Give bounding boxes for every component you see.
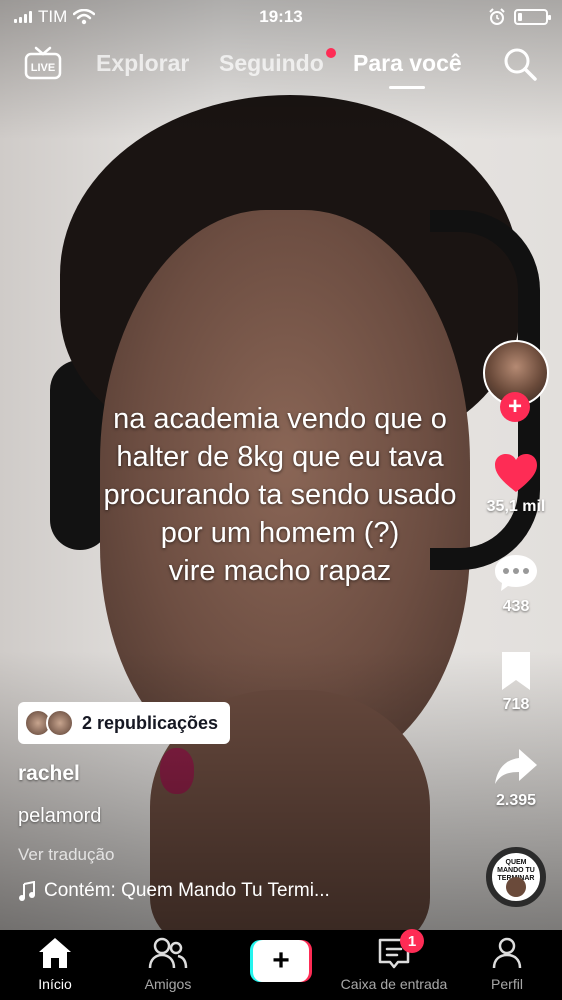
post-description: pelamord — [18, 805, 102, 827]
translate-link[interactable]: Ver tradução — [18, 845, 114, 865]
republisher-avatar — [46, 709, 74, 737]
status-bar: TIM 19:13 — [0, 0, 562, 34]
video-caption: na academia vendo que o halter de 8kg qu… — [60, 400, 500, 590]
republications-label: 2 republicações — [82, 712, 219, 733]
comment-count: 438 — [502, 598, 530, 615]
share-button[interactable]: 2.395 — [476, 746, 556, 810]
nav-inbox[interactable]: Caixa de entrada — [338, 930, 450, 1000]
share-arrow-icon — [495, 749, 537, 784]
nav-home-label: Início — [38, 976, 72, 992]
bookmark-icon — [502, 652, 530, 690]
nav-friends[interactable]: Amigos — [113, 930, 223, 1000]
save-button[interactable]: 718 — [476, 650, 556, 714]
follow-button[interactable]: + — [500, 392, 530, 422]
battery-icon — [514, 9, 551, 25]
signal-icon — [14, 11, 32, 23]
caption-line: halter de 8kg que eu tava — [116, 441, 444, 473]
caption-line: vire macho rapaz — [168, 555, 392, 587]
create-button[interactable]: + — [250, 940, 312, 982]
nav-home[interactable]: Início — [0, 930, 110, 1000]
alarm-icon — [489, 8, 505, 25]
share-count: 2.395 — [495, 792, 537, 809]
music-disc-art — [506, 877, 526, 897]
caption-line: por um homem (?) — [160, 517, 400, 549]
comment-icon — [495, 555, 537, 591]
profile-icon — [492, 937, 522, 969]
like-button[interactable]: 35,1 mil — [476, 452, 556, 516]
republications-chip[interactable]: 2 republicações — [18, 702, 231, 744]
music-disc[interactable]: QUEM MANDO TU TERMINAR — [486, 847, 546, 907]
nav-profile-label: Perfil — [491, 976, 523, 992]
search-icon[interactable] — [502, 46, 538, 82]
music-title: Contém: Quem Mando Tu Termi... — [44, 880, 330, 901]
caption-line: procurando ta sendo usado — [103, 479, 457, 511]
plus-icon: + — [253, 940, 309, 982]
nav-profile[interactable]: Perfil — [452, 930, 562, 1000]
tab-seguindo[interactable]: Seguindo — [219, 50, 324, 77]
home-icon — [39, 938, 71, 968]
save-count: 718 — [502, 696, 530, 713]
music-note-icon — [19, 881, 35, 901]
friends-icon — [148, 937, 188, 969]
tab-para-voce[interactable]: Para você — [353, 50, 462, 77]
nav-friends-label: Amigos — [144, 976, 192, 992]
caption-line: na academia vendo que o — [113, 403, 447, 435]
carrier-label: TIM — [38, 7, 68, 26]
live-tv-icon[interactable]: LIVE — [24, 46, 62, 80]
clock: 19:13 — [259, 7, 303, 26]
wifi-icon — [73, 9, 96, 25]
new-content-dot — [326, 48, 336, 58]
tab-explorar[interactable]: Explorar — [96, 50, 189, 77]
music-info[interactable]: Contém: Quem Mando Tu Termi... — [18, 880, 398, 902]
live-label: LIVE — [31, 62, 55, 74]
heart-icon — [495, 454, 537, 492]
like-count: 35,1 mil — [486, 498, 546, 515]
nav-inbox-label: Caixa de entrada — [340, 976, 448, 992]
top-nav: LIVE Explorar Seguindo Para você — [0, 40, 562, 90]
comment-button[interactable]: 438 — [476, 552, 556, 616]
inbox-badge: 1 — [400, 929, 424, 953]
creator-username[interactable]: rachel — [18, 762, 80, 786]
